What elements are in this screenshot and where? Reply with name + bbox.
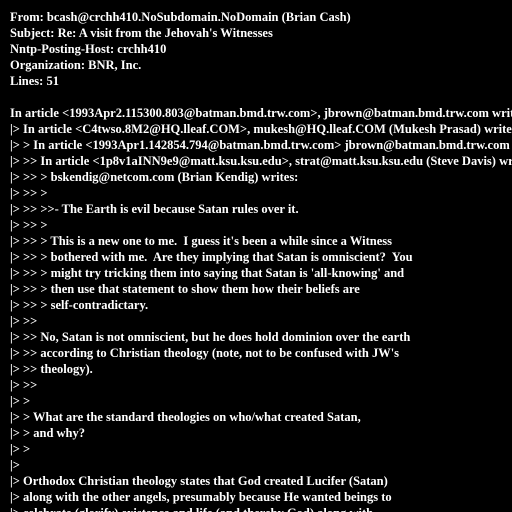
text-line: |> >: [10, 394, 31, 408]
text-line: |> along with the other angels, presumab…: [10, 490, 392, 504]
text-line: [10, 89, 512, 105]
text-line: |> >> > then use that statement to show …: [10, 282, 360, 296]
text-line: Lines: 51: [10, 74, 59, 88]
text-line: |> > and why?: [10, 426, 86, 440]
text-line: |> >> according to Christian theology (n…: [10, 346, 400, 360]
text-line: In article <1993Apr2.115300.803@batman.b…: [10, 106, 512, 120]
text-line: Nntp-Posting-Host: crchh410: [10, 42, 167, 56]
terminal-window[interactable]: From: bcash@crchh410.NoSubdomain.NoDomai…: [0, 0, 512, 512]
text-line: |> In article <C4twso.8M2@HQ.lleaf.COM>,…: [10, 122, 512, 136]
text-line: |> >> In article <1p8v1aINN9e9@matt.ksu.…: [10, 154, 512, 168]
text-line: |> >> > This is a new one to me. I guess…: [10, 234, 392, 248]
message-text: From: bcash@crchh410.NoSubdomain.NoDomai…: [10, 9, 512, 512]
text-line: Organization: BNR, Inc.: [10, 58, 142, 72]
text-line: |>: [10, 458, 20, 472]
text-line: |> >> >>- The Earth is evil because Sata…: [10, 202, 299, 216]
text-line: |> >> > self-contradictary.: [10, 298, 149, 312]
text-line: |> > In article <1993Apr1.142854.794@bat…: [10, 138, 512, 152]
text-line: |> >> >: [10, 218, 48, 232]
text-line: |> >>: [10, 314, 38, 328]
text-line: |> >> >: [10, 186, 48, 200]
text-line: |> >> > bskendig@netcom.com (Brian Kendi…: [10, 170, 299, 184]
text-line: |> celebrate (glorify) existence and lif…: [10, 505, 512, 512]
text-line: |> Orthodox Christian theology states th…: [10, 474, 388, 488]
text-line: From: bcash@crchh410.NoSubdomain.NoDomai…: [10, 10, 351, 24]
text-line: |> >>: [10, 378, 38, 392]
text-line: |> > What are the standard theologies on…: [10, 410, 361, 424]
text-line: |> >> No, Satan is not omniscient, but h…: [10, 330, 411, 344]
text-line: |> >> > bothered with me. Are they imply…: [10, 250, 413, 264]
text-line: |> >> theology).: [10, 362, 93, 376]
text-line: |> >> > might try tricking them into say…: [10, 266, 405, 280]
text-line: Subject: Re: A visit from the Jehovah's …: [10, 26, 273, 40]
text-line: |> >: [10, 442, 31, 456]
